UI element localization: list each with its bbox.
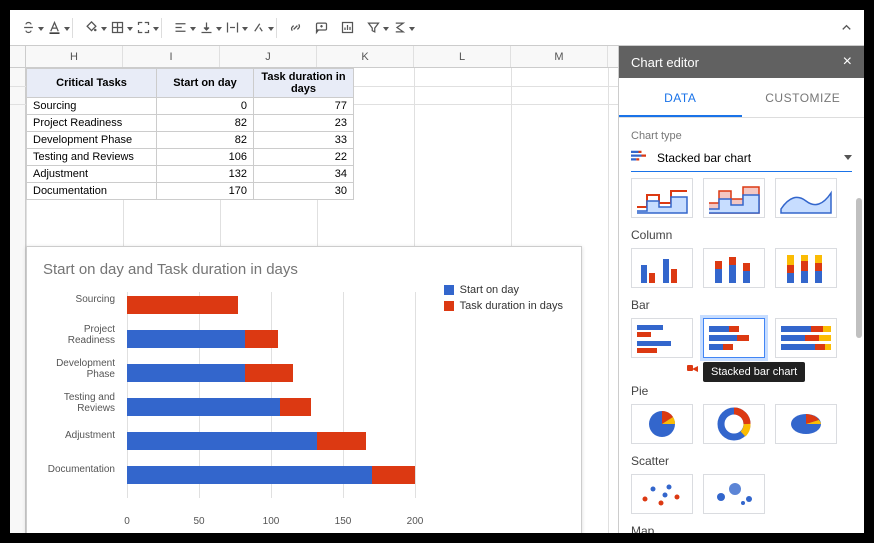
table-row[interactable]: Documentation17030: [27, 183, 354, 200]
data-table[interactable]: Critical Tasks Start on day Task duratio…: [26, 68, 354, 200]
table-row[interactable]: Adjustment13234: [27, 166, 354, 183]
halign-button[interactable]: [168, 16, 192, 40]
tab-customize[interactable]: CUSTOMIZE: [742, 78, 865, 117]
table-row[interactable]: Sourcing077: [27, 98, 354, 115]
chart-type-select[interactable]: Stacked bar chart: [631, 146, 852, 172]
tab-data[interactable]: DATA: [619, 78, 742, 117]
col-header[interactable]: I: [123, 46, 220, 67]
chart-thumb-column-stacked[interactable]: [703, 248, 765, 288]
tooltip-stacked-bar: Stacked bar chart: [703, 362, 805, 382]
chart-type-value: Stacked bar chart: [657, 151, 751, 165]
chart-plot: [127, 292, 415, 498]
text-color-button[interactable]: [42, 16, 66, 40]
col-header[interactable]: M: [511, 46, 608, 67]
chart-thumb-area-step[interactable]: [631, 178, 693, 218]
valign-button[interactable]: [194, 16, 218, 40]
chart-thumb-pie-3d[interactable]: [775, 404, 837, 444]
col-header[interactable]: L: [414, 46, 511, 67]
chart-thumb-scatter[interactable]: [631, 474, 693, 514]
category-bar: Bar: [631, 298, 852, 312]
chart-thumb-column-100[interactable]: [775, 248, 837, 288]
chart-thumb-area-stack-step[interactable]: [703, 178, 765, 218]
close-icon[interactable]: ×: [843, 53, 852, 71]
chart-thumb-bar[interactable]: [631, 318, 693, 358]
sidebar-header: Chart editor ×: [619, 46, 864, 78]
column-headers: H I J K L M: [10, 46, 618, 68]
insert-chart-button[interactable]: [335, 16, 359, 40]
chart-thumb-bubble[interactable]: [703, 474, 765, 514]
legend-label: Start on day: [460, 284, 519, 296]
sheet-area[interactable]: H I J K L M: [10, 46, 618, 533]
functions-button[interactable]: [387, 16, 411, 40]
chart-type-label: Chart type: [631, 130, 852, 142]
toolbar: [10, 10, 864, 46]
link-button[interactable]: [283, 16, 307, 40]
scrollbar[interactable]: [856, 128, 862, 523]
main-area: H I J K L M: [10, 46, 864, 533]
col-header[interactable]: J: [220, 46, 317, 67]
category-map: Map: [631, 524, 852, 533]
table-header[interactable]: Task duration in days: [254, 69, 354, 98]
category-column: Column: [631, 228, 852, 242]
rotate-button[interactable]: [246, 16, 270, 40]
wrap-button[interactable]: [220, 16, 244, 40]
merge-button[interactable]: [131, 16, 155, 40]
separator: [161, 18, 162, 38]
table-row[interactable]: Testing and Reviews10622: [27, 149, 354, 166]
chart-thumb-pie[interactable]: [631, 404, 693, 444]
sidebar-tabs: DATA CUSTOMIZE: [619, 78, 864, 118]
filter-button[interactable]: [361, 16, 385, 40]
legend-swatch: [444, 285, 454, 295]
chart-thumb-donut[interactable]: [703, 404, 765, 444]
sidebar-title: Chart editor: [631, 55, 699, 70]
chart-thumb-area-smooth[interactable]: [775, 178, 837, 218]
stacked-bar-icon: [631, 150, 649, 165]
chart-editor-sidebar: Chart editor × DATA CUSTOMIZE Chart type…: [618, 46, 864, 533]
table-row[interactable]: Development Phase8233: [27, 132, 354, 149]
chevron-down-icon: [844, 155, 852, 160]
chart-legend: Start on day Task duration in days: [444, 284, 563, 316]
app-window: H I J K L M: [10, 10, 864, 533]
collapse-toolbar-button[interactable]: [834, 16, 858, 40]
borders-button[interactable]: [105, 16, 129, 40]
chart-thumb-bar-100[interactable]: [775, 318, 837, 358]
comment-button[interactable]: [309, 16, 333, 40]
chart-thumb-column[interactable]: [631, 248, 693, 288]
legend-swatch: [444, 301, 454, 311]
col-header[interactable]: K: [317, 46, 414, 67]
category-scatter: Scatter: [631, 454, 852, 468]
table-header[interactable]: Start on day: [157, 69, 254, 98]
separator: [276, 18, 277, 38]
embedded-chart[interactable]: Start on day and Task duration in days S…: [26, 246, 582, 533]
table-row[interactable]: Project Readiness8223: [27, 115, 354, 132]
chart-thumb-bar-stacked[interactable]: [703, 318, 765, 358]
chart-title: Start on day and Task duration in days: [27, 247, 581, 284]
separator: [72, 18, 73, 38]
category-pie: Pie: [631, 384, 852, 398]
table-header[interactable]: Critical Tasks: [27, 69, 157, 98]
sidebar-body: Chart type Stacked bar chart Column: [619, 118, 864, 533]
legend-label: Task duration in days: [460, 300, 563, 312]
col-header[interactable]: H: [26, 46, 123, 67]
strikethrough-button[interactable]: [16, 16, 40, 40]
fill-color-button[interactable]: [79, 16, 103, 40]
